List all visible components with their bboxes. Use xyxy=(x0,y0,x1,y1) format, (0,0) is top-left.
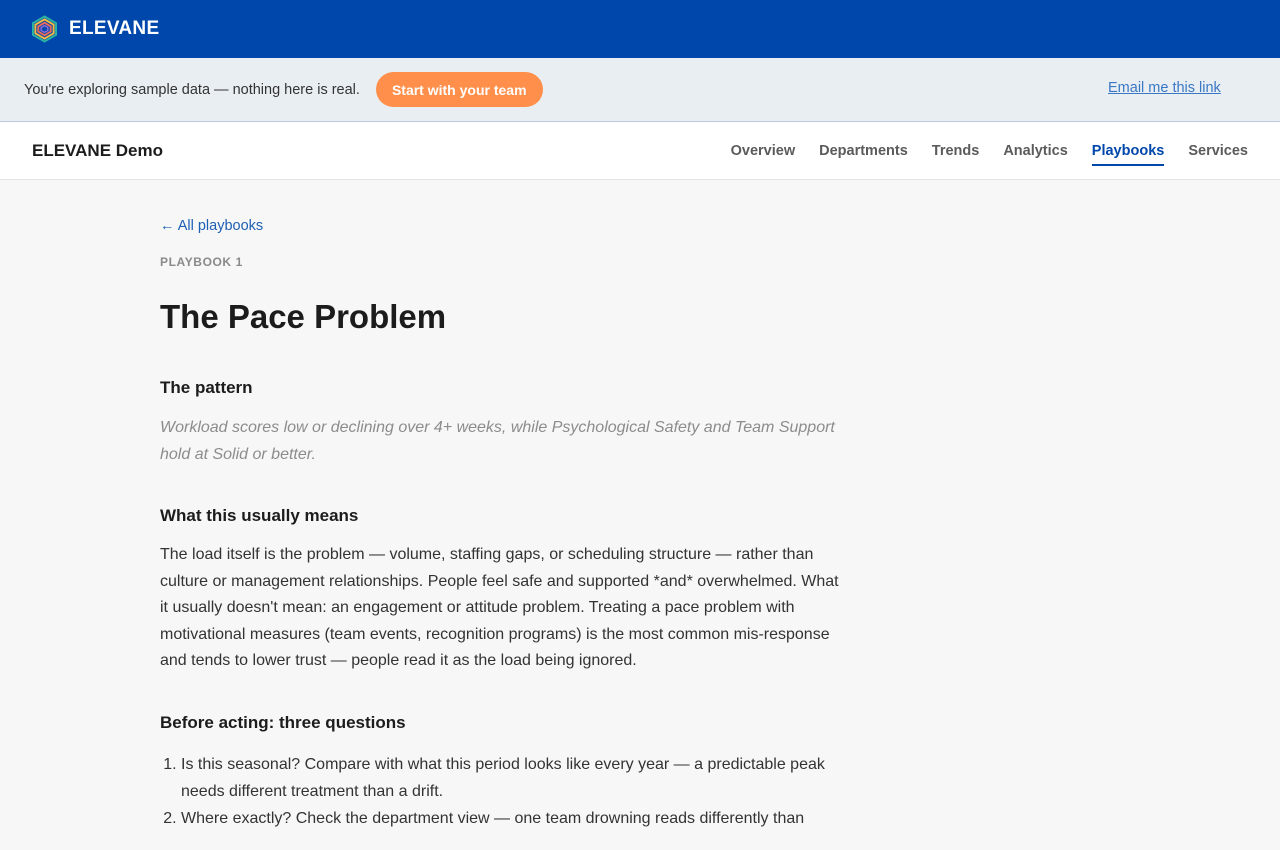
hexagon-logo-icon[interactable] xyxy=(32,15,57,43)
brand-name[interactable]: ELEVANE xyxy=(69,18,159,40)
pattern-heading: The pattern xyxy=(160,378,253,397)
top-bar: ELEVANE xyxy=(0,0,1280,58)
nav-departments[interactable]: Departments xyxy=(819,122,908,180)
start-with-team-button[interactable]: Start with your team xyxy=(375,72,543,107)
sample-data-banner: You're exploring sample data — nothing h… xyxy=(0,58,1280,122)
questions-list: Is this seasonal? Compare with what this… xyxy=(160,751,840,832)
nav-playbooks[interactable]: Playbooks xyxy=(1091,122,1164,180)
nav-trends[interactable]: Trends xyxy=(932,122,980,180)
nav-analytics[interactable]: Analytics xyxy=(1003,122,1067,180)
nav-overview[interactable]: Overview xyxy=(731,122,796,180)
banner-message: You're exploring sample data — nothing h… xyxy=(24,81,360,98)
means-description: The load itself is the problem — volume,… xyxy=(160,546,839,669)
page-title: The Pace Problem xyxy=(160,298,447,335)
playbook-content: ← All playbooks PLAYBOOK 1 The Pace Prob… xyxy=(0,180,840,832)
app-title: ELEVANE Demo xyxy=(32,141,163,160)
app-nav: ELEVANE Demo Overview Departments Trends… xyxy=(0,122,1280,180)
pattern-description: Workload scores low or declining over 4+… xyxy=(160,419,835,463)
means-heading: What this usually means xyxy=(160,506,359,525)
email-link[interactable]: Email me this link xyxy=(1108,80,1221,96)
nav-services[interactable]: Services xyxy=(1188,122,1248,180)
question-item: Is this seasonal? Compare with what this… xyxy=(181,751,840,805)
nav-links: Overview Departments Trends Analytics Pl… xyxy=(707,122,1248,180)
before-acting-heading: Before acting: three questions xyxy=(160,712,406,732)
all-playbooks-link[interactable]: ← All playbooks xyxy=(160,218,263,234)
playbook-number: PLAYBOOK 1 xyxy=(160,255,243,269)
question-item: Where exactly? Check the department view… xyxy=(181,805,840,832)
